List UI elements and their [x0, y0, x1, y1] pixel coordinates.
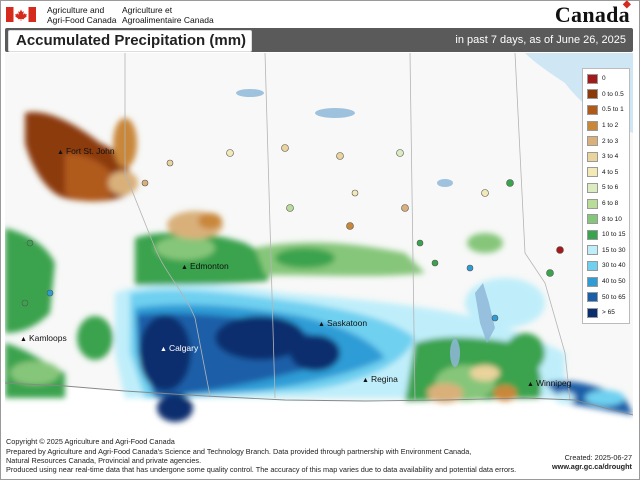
legend-label: 15 to 30	[602, 246, 626, 254]
legend-label: 1 to 2	[602, 122, 619, 130]
website-link[interactable]: www.agr.gc.ca/drought	[552, 462, 632, 471]
legend-item: 6 to 8	[583, 196, 629, 212]
legend-item: 8 to 10	[583, 211, 629, 227]
legend-item: 0.5 to 1	[583, 102, 629, 118]
created-date: Created: 2025-06-27	[564, 453, 632, 462]
legend-label: 2 to 3	[602, 137, 619, 145]
agency-fr-line2: Agroalimentaire Canada	[122, 15, 214, 25]
legend-items: 0 0 to 0.5 0.5 to 1 1 to 2 2 to 3 3 to 4 4 to …	[583, 71, 629, 321]
city-label: Fort St. John	[65, 146, 115, 156]
canada-flag-icon	[6, 7, 36, 22]
legend-label: > 65	[602, 309, 615, 317]
legend-swatch	[587, 198, 598, 209]
city-calgary: ▲ Calgary	[160, 343, 198, 353]
city-marker-icon: ▲	[20, 336, 27, 343]
city-winnipeg: ▲ Winnipeg	[527, 378, 571, 388]
legend-swatch	[587, 292, 598, 303]
city-label: Kamloops	[28, 333, 67, 343]
legend-item: 15 to 30	[583, 243, 629, 259]
map-title: Accumulated Precipitation (mm)	[16, 32, 247, 49]
legend-label: 4 to 5	[602, 168, 619, 176]
legend-swatch	[587, 307, 598, 318]
legend-swatch	[587, 276, 598, 287]
maple-leaf-icon: ◆	[623, 0, 631, 10]
legend-swatch	[587, 89, 598, 100]
footer-disclaimer: Produced using near real-time data that …	[6, 465, 517, 474]
legend-swatch	[587, 136, 598, 147]
city-regina: ▲ Regina	[362, 374, 398, 384]
legend-swatch	[587, 245, 598, 256]
city-fort-st-john: ▲ Fort St. John	[57, 146, 115, 156]
agency-name-french: Agriculture et Agroalimentaire Canada	[122, 5, 214, 25]
canada-wordmark: Canada ◆	[554, 0, 631, 28]
legend-label: 30 to 40	[602, 262, 626, 270]
legend-swatch	[587, 167, 598, 178]
canada-wordmark-text: Canada	[554, 2, 630, 27]
legend-label: 8 to 10	[602, 215, 622, 223]
legend-swatch	[587, 151, 598, 162]
legend-item: 4 to 5	[583, 165, 629, 181]
legend-label: 50 to 65	[602, 293, 626, 301]
legend-item: 30 to 40	[583, 258, 629, 274]
legend-swatch	[587, 73, 598, 84]
city-marker-icon: ▲	[362, 377, 369, 384]
legend-swatch	[587, 182, 598, 193]
legend: 0 0 to 0.5 0.5 to 1 1 to 2 2 to 3 3 to 4 4 to …	[582, 68, 630, 324]
legend-label: 40 to 50	[602, 278, 626, 286]
city-label: Winnipeg	[535, 378, 572, 388]
legend-item: 5 to 6	[583, 180, 629, 196]
legend-item: 0	[583, 71, 629, 87]
agency-name-english: Agriculture and Agri-Food Canada	[47, 5, 116, 25]
footer-credit-line2: Natural Resources Canada, Provincial and…	[6, 456, 202, 465]
legend-label: 0 to 0.5	[602, 90, 624, 98]
legend-label: 3 to 4	[602, 153, 619, 161]
city-label: Edmonton	[189, 261, 229, 271]
legend-label: 0	[602, 75, 606, 83]
city-label: Calgary	[168, 343, 199, 353]
legend-swatch	[587, 120, 598, 131]
legend-swatch	[587, 260, 598, 271]
city-label: Regina	[370, 374, 398, 384]
city-marker-icon: ▲	[57, 149, 64, 156]
city-saskatoon: ▲ Saskatoon	[318, 318, 367, 328]
legend-label: 10 to 15	[602, 231, 626, 239]
legend-label: 5 to 6	[602, 184, 619, 192]
city-kamloops: ▲ Kamloops	[20, 333, 67, 343]
precipitation-map	[5, 53, 633, 434]
legend-item: 2 to 3	[583, 133, 629, 149]
city-marker-icon: ▲	[318, 321, 325, 328]
legend-swatch	[587, 214, 598, 225]
legend-swatch	[587, 229, 598, 240]
legend-item: 10 to 15	[583, 227, 629, 243]
city-label: Saskatoon	[326, 318, 368, 328]
legend-item: > 65	[583, 305, 629, 321]
footer-credit-line1: Prepared by Agriculture and Agri-Food Ca…	[6, 447, 472, 456]
legend-item: 0 to 0.5	[583, 87, 629, 103]
legend-swatch	[587, 104, 598, 115]
city-marker-icon: ▲	[181, 264, 188, 271]
copyright-notice: Copyright © 2025 Agriculture and Agri-Fo…	[6, 437, 175, 446]
legend-label: 0.5 to 1	[602, 106, 624, 114]
agency-en-line1: Agriculture and	[47, 5, 105, 15]
map-subtitle: in past 7 days, as of June 26, 2025	[455, 34, 626, 46]
agency-en-line2: Agri-Food Canada	[47, 15, 117, 25]
legend-item: 40 to 50	[583, 274, 629, 290]
agency-fr-line1: Agriculture et	[122, 5, 173, 15]
city-marker-icon: ▲	[160, 346, 167, 353]
legend-item: 50 to 65	[583, 289, 629, 305]
legend-item: 1 to 2	[583, 118, 629, 134]
legend-label: 6 to 8	[602, 200, 619, 208]
city-marker-icon: ▲	[527, 381, 534, 388]
legend-item: 3 to 4	[583, 149, 629, 165]
city-edmonton: ▲ Edmonton	[181, 261, 229, 271]
